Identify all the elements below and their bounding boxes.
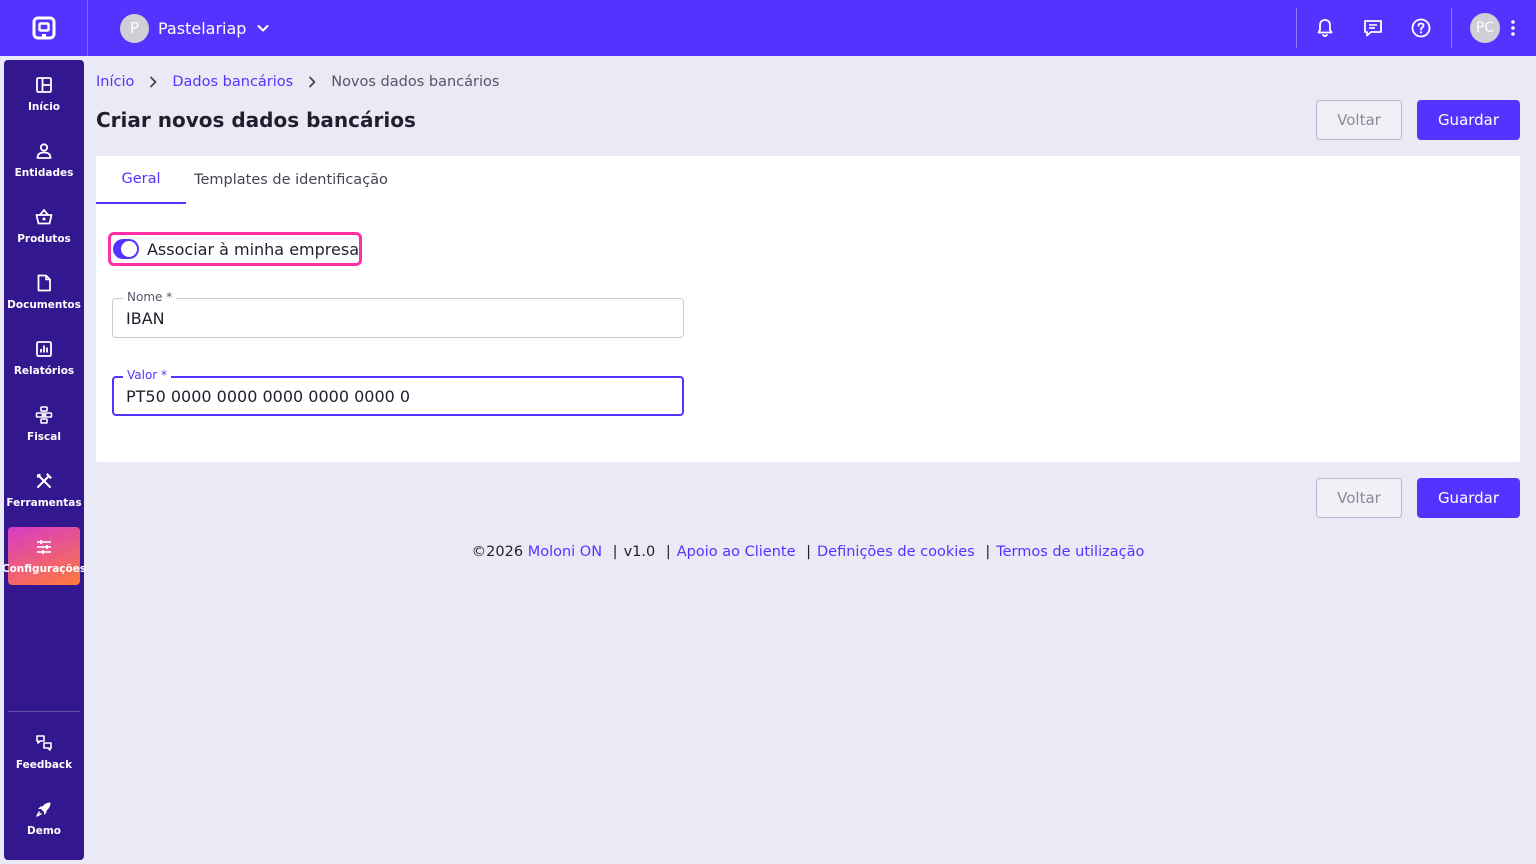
sidebar-item-label: Produtos — [17, 233, 71, 245]
app-logo[interactable] — [0, 0, 88, 56]
footer: ©2026 Moloni ON | v1.0 | Apoio ao Cliente … — [0, 544, 1536, 560]
report-icon — [36, 341, 52, 357]
notifications-button[interactable] — [1301, 0, 1349, 56]
help-button[interactable] — [1397, 0, 1445, 56]
sidebar-item-label: Feedback — [15, 759, 73, 771]
breadcrumb: Início Dados bancários Novos dados bancá… — [96, 74, 499, 90]
sidebar-item-documentos[interactable]: Documentos — [7, 263, 81, 321]
tabs: Geral Templates de identificação — [96, 156, 396, 204]
divider — [1451, 8, 1452, 48]
help-icon — [1411, 18, 1431, 38]
footer-support-link[interactable]: Apoio ao Cliente — [677, 544, 796, 560]
footer-copyright: ©2026 — [471, 544, 524, 560]
footer-separator: | — [985, 544, 991, 560]
sidebar-item-label: Entidades — [14, 167, 74, 179]
name-input[interactable] — [126, 299, 666, 337]
dashboard-icon — [36, 77, 52, 93]
sidebar-item-label: Ferramentas — [6, 497, 82, 509]
sidebar-item-label: Início — [27, 101, 61, 113]
more-menu-button[interactable] — [1500, 0, 1526, 56]
sidebar: Início Entidades Produtos Documentos Rel… — [1, 60, 87, 860]
back-button[interactable]: Voltar — [1316, 100, 1402, 140]
breadcrumb-current: Novos dados bancários — [331, 74, 500, 90]
sidebar-item-label: Configurações — [1, 563, 87, 575]
breadcrumb-link-dados-bancarios[interactable]: Dados bancários — [172, 74, 293, 90]
app-logo-icon — [32, 16, 55, 40]
value-field[interactable]: Valor * — [112, 368, 684, 416]
sidebar-item-label: Fiscal — [27, 431, 61, 443]
sidebar-item-label: Demo — [27, 825, 61, 837]
footer-brand-link[interactable]: Moloni ON — [528, 544, 602, 560]
save-button[interactable]: Guardar — [1417, 100, 1520, 140]
sidebar-item-ferramentas[interactable]: Ferramentas — [6, 461, 82, 519]
sidebar-item-inicio[interactable]: Início — [8, 65, 80, 123]
user-avatar[interactable]: PC — [1470, 13, 1500, 43]
sidebar-item-feedback[interactable]: Feedback — [8, 723, 80, 781]
tab-templates[interactable]: Templates de identificação — [186, 156, 396, 204]
rocket-icon — [36, 802, 51, 817]
fiscal-icon — [35, 406, 53, 424]
person-icon — [36, 143, 52, 159]
document-icon — [37, 274, 51, 292]
divider — [1296, 8, 1297, 48]
toggle-knob — [120, 241, 137, 257]
chevron-right-icon — [148, 76, 158, 88]
footer-version: v1.0 — [623, 544, 656, 560]
sidebar-item-label: Relatórios — [13, 365, 75, 377]
footer-separator: | — [806, 544, 811, 560]
tab-geral[interactable]: Geral — [96, 156, 186, 204]
feedback-icon — [36, 735, 52, 751]
value-input[interactable] — [126, 378, 666, 414]
more-vertical-icon — [1511, 20, 1515, 36]
chevron-right-icon — [307, 76, 317, 88]
back-button-bottom[interactable]: Voltar — [1316, 478, 1402, 518]
footer-separator: | — [612, 544, 618, 560]
messages-button[interactable] — [1349, 0, 1397, 56]
footer-terms-link[interactable]: Termos de utilização — [996, 544, 1144, 560]
toggle-label: Associar à minha empresa — [146, 239, 359, 259]
page-title: Criar novos dados bancários — [96, 108, 416, 132]
form-card: Geral Templates de identificação Associa… — [96, 156, 1520, 462]
top-bar: P Pastelariap PC — [0, 0, 1536, 56]
sidebar-item-fiscal[interactable]: Fiscal — [8, 395, 80, 453]
top-right-actions: PC — [1296, 0, 1536, 56]
tools-icon — [36, 473, 52, 488]
toggle-switch[interactable] — [113, 239, 139, 259]
name-field[interactable]: Nome * — [112, 290, 684, 338]
breadcrumb-link-inicio[interactable]: Início — [96, 74, 134, 90]
company-selector[interactable]: P Pastelariap — [120, 13, 270, 43]
associate-company-toggle[interactable]: Associar à minha empresa — [108, 232, 362, 266]
sidebar-item-demo[interactable]: Demo — [8, 789, 80, 847]
company-name: Pastelariap — [158, 18, 247, 38]
footer-separator: | — [665, 544, 671, 560]
save-button-bottom[interactable]: Guardar — [1417, 478, 1520, 518]
sidebar-item-produtos[interactable]: Produtos — [8, 197, 80, 255]
chat-icon — [1364, 20, 1382, 37]
sidebar-divider — [8, 711, 80, 712]
company-avatar: P — [120, 13, 149, 43]
basket-icon — [35, 209, 53, 225]
footer-cookies-link[interactable]: Definições de cookies — [817, 544, 975, 560]
bell-icon — [1317, 19, 1333, 37]
chevron-down-icon — [257, 25, 269, 32]
sidebar-item-label: Documentos — [7, 299, 81, 311]
sidebar-item-relatorios[interactable]: Relatórios — [8, 329, 80, 387]
sidebar-item-entidades[interactable]: Entidades — [8, 131, 80, 189]
